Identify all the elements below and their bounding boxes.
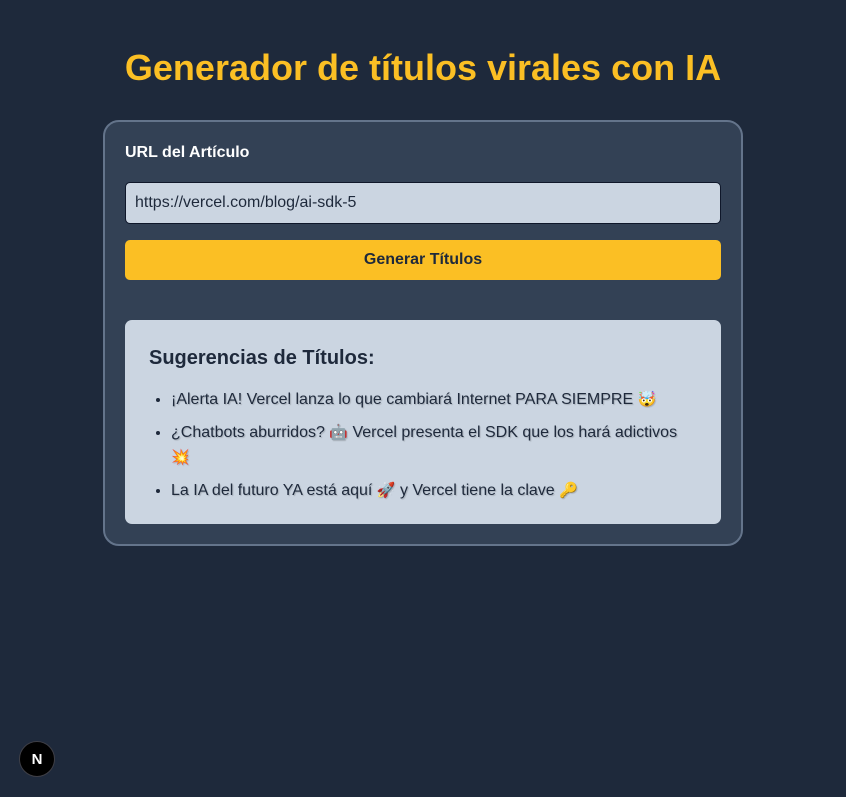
nextjs-logo-icon[interactable]: N <box>19 741 55 777</box>
collision-icon: 💥 <box>171 448 190 466</box>
suggestion-text: La IA del futuro YA está aquí <box>171 482 373 499</box>
list-item: ¿Chatbots aburridos? 🤖 Vercel presenta e… <box>171 420 697 470</box>
suggestion-text: Vercel presenta el SDK que los hará adic… <box>352 424 678 441</box>
suggestions-panel: Sugerencias de Títulos: ¡Alerta IA! Verc… <box>125 320 721 524</box>
form-card: URL del Artículo Generar Títulos Sugeren… <box>103 120 743 546</box>
suggestions-heading: Sugerencias de Títulos: <box>149 347 375 369</box>
key-icon: 🔑 <box>559 481 578 499</box>
suggestion-text: ¡Alerta IA! Vercel lanza lo que cambiará… <box>171 391 634 408</box>
suggestions-list: ¡Alerta IA! Vercel lanza lo que cambiará… <box>149 387 697 503</box>
robot-icon: 🤖 <box>329 423 348 441</box>
page-title: Generador de títulos virales con IA <box>124 47 722 88</box>
generate-titles-button[interactable]: Generar Títulos <box>125 240 721 280</box>
exploding-head-icon: 🤯 <box>637 390 657 408</box>
url-field-label: URL del Artículo <box>125 144 250 161</box>
rocket-icon: 🚀 <box>376 481 396 499</box>
suggestion-text: ¿Chatbots aburridos? <box>171 424 325 441</box>
suggestion-text: y Vercel tiene la clave <box>399 482 555 499</box>
list-item: ¡Alerta IA! Vercel lanza lo que cambiará… <box>171 387 697 412</box>
url-input[interactable] <box>125 182 721 224</box>
list-item: La IA del futuro YA está aquí 🚀 y Vercel… <box>171 478 697 503</box>
page: Generador de títulos virales con IA URL … <box>0 0 846 797</box>
